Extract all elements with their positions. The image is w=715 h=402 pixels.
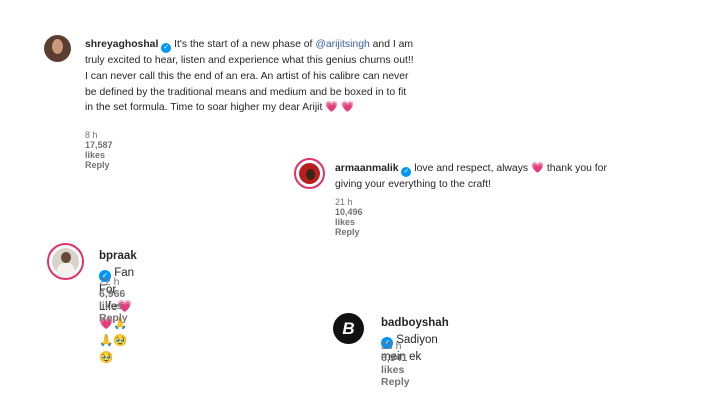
reply-button[interactable]: Reply (381, 376, 410, 388)
username-link[interactable]: shreyaghoshal (85, 39, 158, 50)
comment-text: shreyaghoshal ✓ It's the start of a new … (85, 37, 415, 116)
comment-body-continued: and I am truly excited to hear, listen a… (85, 39, 414, 114)
avatar-face (306, 169, 315, 180)
avatar-background (52, 248, 79, 277)
likes-count[interactable]: 6,941 likes (381, 352, 407, 376)
reply-button[interactable]: Reply (99, 312, 128, 324)
verified-badge-icon: ✓ (161, 43, 172, 53)
avatar[interactable] (294, 158, 325, 189)
reply-button[interactable]: Reply (85, 160, 110, 170)
comment-body: It's the start of a new phase of (171, 39, 316, 50)
avatar[interactable] (47, 243, 84, 280)
username-link[interactable]: bpraak (99, 250, 137, 262)
comment-meta: 8 h 17,587 likes Reply (85, 130, 120, 170)
avatar-face (61, 252, 71, 263)
avatar[interactable]: B (333, 313, 364, 344)
mention-link[interactable]: @arijitsingh (315, 39, 369, 50)
timestamp[interactable]: 22 h (99, 276, 119, 288)
heart-emoji-icon: 💗 💗 (325, 102, 355, 114)
heart-emoji-icon: 💗 (531, 163, 544, 174)
username-link[interactable]: badboyshah (381, 317, 449, 329)
comment-text: armaanmalik ✓ love and respect, always 💗… (335, 161, 625, 193)
username-link[interactable]: armaanmalik (335, 163, 399, 174)
likes-count[interactable]: 6,966 likes (99, 288, 125, 312)
comment-meta: 21 h 10,496 likes Reply (335, 197, 370, 237)
timestamp[interactable]: 8 h (85, 130, 98, 140)
comment-meta: 22 h 6,966 likes Reply (99, 276, 138, 324)
avatar[interactable] (44, 35, 71, 62)
likes-count[interactable]: 10,496 likes (335, 207, 363, 227)
avatar-face (52, 39, 63, 54)
reply-button[interactable]: Reply (335, 227, 360, 237)
verified-badge-icon: ✓ (401, 167, 412, 177)
avatar-background (299, 163, 320, 184)
timestamp[interactable]: 23 h (381, 340, 401, 352)
likes-count[interactable]: 17,587 likes (85, 140, 113, 160)
comment-body: love and respect, always (411, 163, 531, 174)
timestamp[interactable]: 21 h (335, 197, 353, 207)
avatar-body (57, 263, 75, 277)
avatar-logo: B (342, 319, 355, 338)
comment-meta: 23 h 6,941 likes Reply (381, 340, 420, 388)
